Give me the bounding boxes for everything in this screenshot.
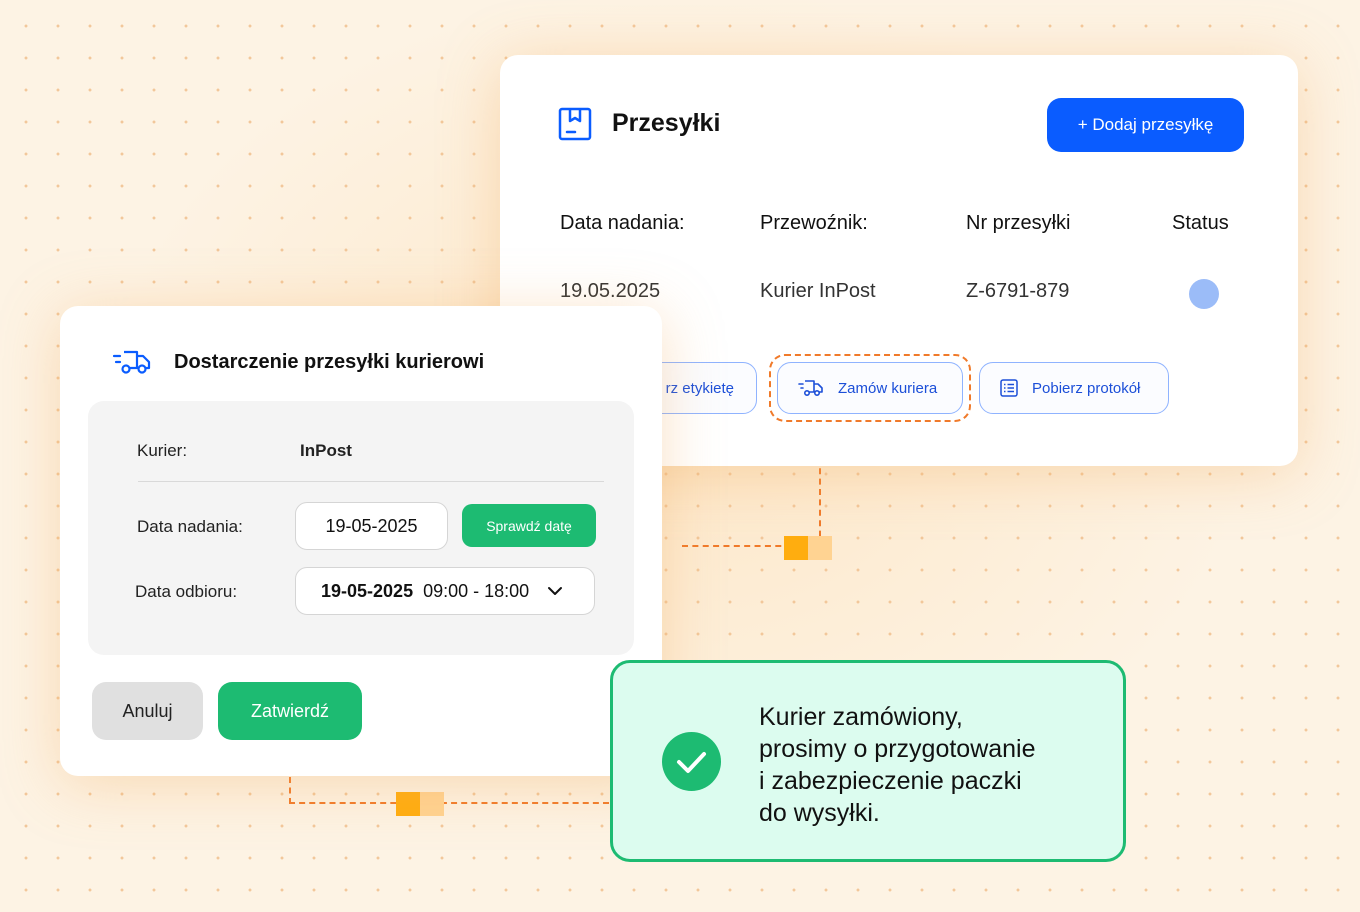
- cancel-button[interactable]: Anuluj: [92, 682, 203, 740]
- send-date-field[interactable]: 19-05-2025: [295, 502, 448, 550]
- document-list-icon: [1000, 379, 1018, 397]
- confirm-text: Zatwierdź: [250, 700, 330, 721]
- toast-line: i zabezpieczenie paczki: [759, 767, 1022, 795]
- delivery-truck-icon: [798, 380, 823, 397]
- toast-line: Kurier zamówiony,: [759, 703, 963, 731]
- divider: [138, 481, 604, 482]
- package-box-icon: [558, 107, 592, 141]
- column-header-carrier: Przewoźnik:: [760, 212, 868, 234]
- check-date-text: Sprawdź datę: [486, 517, 572, 534]
- connector-marker-light: [808, 536, 832, 560]
- success-toast: Kurier zamówiony, prosimy o przygotowani…: [610, 660, 1126, 862]
- column-header-status: Status: [1172, 212, 1229, 234]
- send-date-label: Data nadania:: [137, 517, 243, 536]
- pickup-date-value: 19-05-2025: [321, 580, 414, 601]
- check-date-button[interactable]: Sprawdź datę: [462, 504, 596, 547]
- download-protocol-button[interactable]: Pobierz protokół: [979, 362, 1169, 414]
- toast-message: Kurier zamówiony, prosimy o przygotowani…: [759, 701, 1099, 829]
- download-label-text: rz etykietę: [665, 379, 734, 397]
- column-header-date: Data nadania:: [560, 212, 685, 234]
- courier-value: InPost: [300, 441, 352, 460]
- pickup-date-label: Data odbioru:: [135, 582, 238, 601]
- delivery-truck-icon: [112, 350, 151, 374]
- toast-line: do wysyłki.: [759, 799, 880, 827]
- toast-line: prosimy o przygotowanie: [759, 735, 1036, 763]
- order-courier-button[interactable]: Zamów kuriera: [777, 362, 963, 414]
- status-indicator: [1189, 279, 1219, 309]
- order-courier-text: Zamów kuriera: [838, 379, 938, 397]
- pickup-date-select[interactable]: 19-05-2025 09:00 - 18:00: [295, 567, 595, 615]
- form-panel: Kurier: InPost Data nadania: 19-05-2025 …: [88, 401, 634, 655]
- page-title: Przesyłki: [612, 109, 721, 137]
- column-header-number: Nr przesyłki: [966, 212, 1071, 234]
- connector-line-horizontal: [289, 802, 609, 804]
- dialog-title: Dostarczenie przesyłki kurierowi: [174, 351, 485, 373]
- cell-carrier: Kurier InPost: [760, 280, 876, 302]
- confirm-button[interactable]: Zatwierdź: [218, 682, 362, 740]
- connector-marker-light: [420, 792, 444, 816]
- chevron-down-icon: [548, 587, 563, 595]
- cell-number: Z-6791-879: [966, 280, 1070, 302]
- cancel-text: Anuluj: [122, 700, 173, 721]
- cell-date: 19.05.2025: [560, 280, 661, 302]
- courier-label: Kurier:: [137, 441, 188, 460]
- connector-marker: [396, 792, 420, 816]
- pickup-time-value: 09:00 - 18:00: [423, 580, 530, 601]
- connector-marker: [784, 536, 808, 560]
- courier-dialog: Dostarczenie przesyłki kurierowi Kurier:…: [60, 306, 662, 776]
- add-shipment-button[interactable]: + Dodaj przesyłkę: [1047, 98, 1244, 152]
- download-protocol-text: Pobierz protokół: [1032, 379, 1141, 397]
- checkmark-icon: [662, 732, 721, 791]
- send-date-value: 19-05-2025: [325, 515, 418, 536]
